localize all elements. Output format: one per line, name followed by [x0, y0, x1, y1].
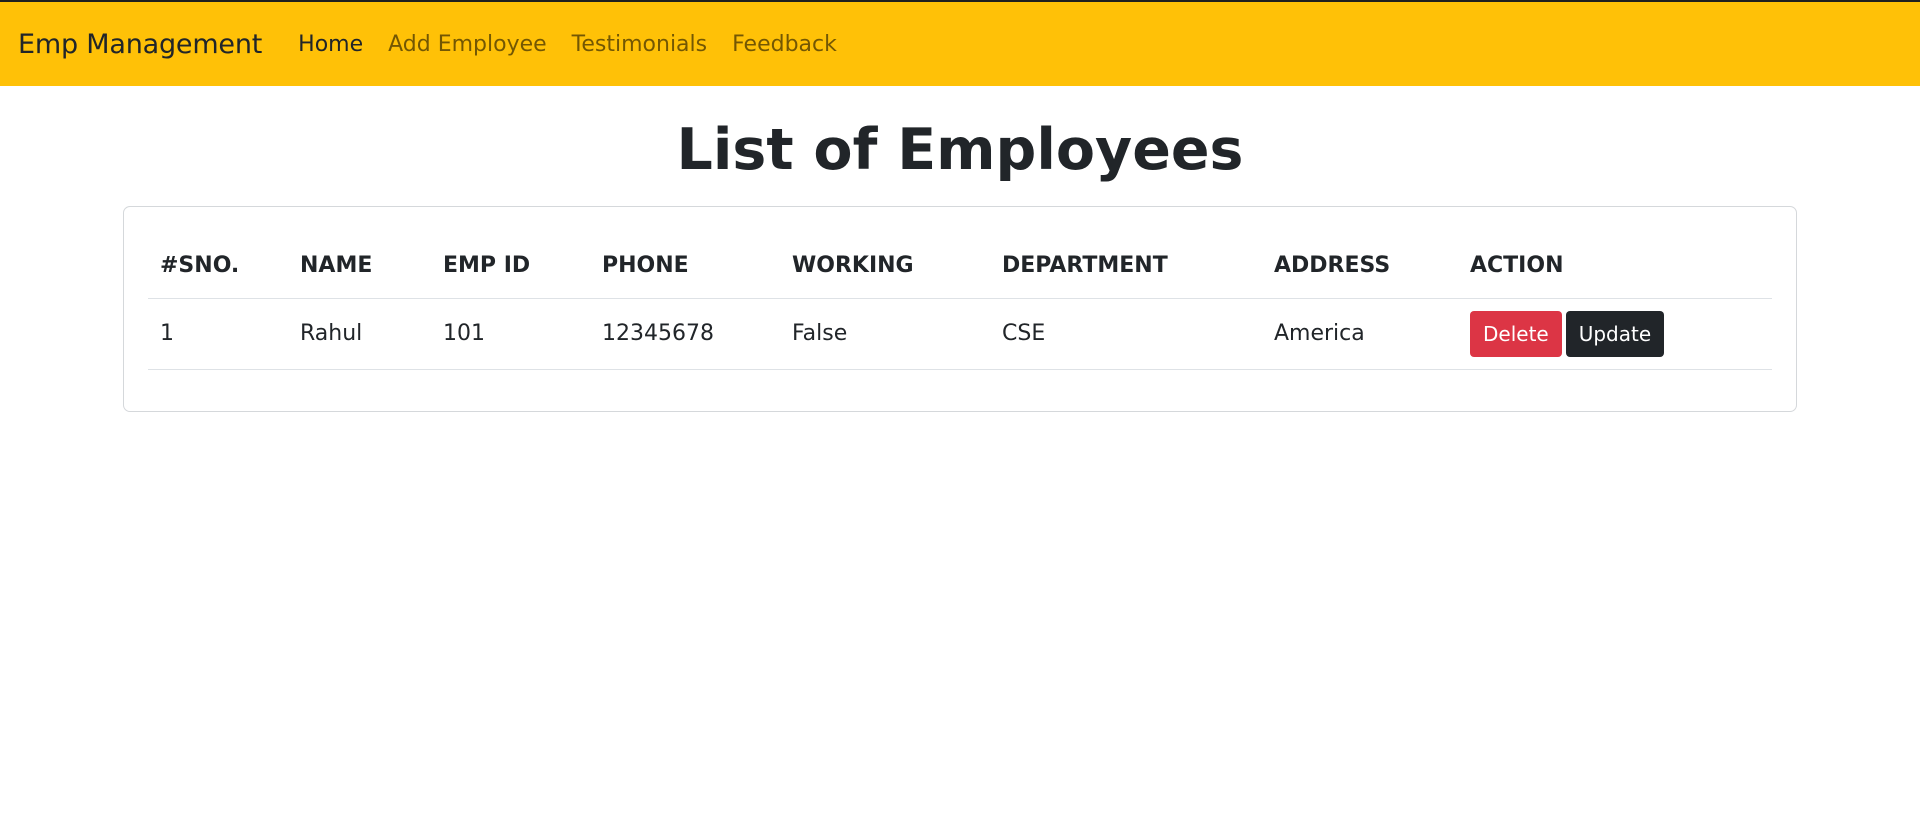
update-button[interactable]: Update	[1565, 310, 1665, 357]
nav-links: Home Add Employee Testimonials Feedback	[298, 32, 862, 57]
table-header-row: #SNO. NAME EMP ID PHONE WORKING DEPARTME…	[148, 227, 1772, 298]
column-header-action: ACTION	[1470, 252, 1564, 278]
navbar-brand[interactable]: Emp Management	[18, 29, 262, 60]
delete-button[interactable]: Delete	[1470, 310, 1562, 357]
page-title: List of Employees	[676, 117, 1244, 183]
column-header-phone: PHONE	[602, 252, 689, 278]
column-header-name: NAME	[300, 252, 373, 278]
navbar: Emp Management Home Add Employee Testimo…	[0, 2, 1920, 86]
cell-name: Rahul	[300, 321, 363, 346]
column-header-department: DEPARTMENT	[1002, 252, 1168, 278]
nav-link-testimonials[interactable]: Testimonials	[572, 32, 707, 57]
employee-table: #SNO. NAME EMP ID PHONE WORKING DEPARTME…	[148, 227, 1772, 370]
table-row: 1 Rahul 101 12345678 False CSE America D…	[148, 298, 1772, 369]
cell-emp-id: 101	[443, 321, 485, 346]
cell-action: Delete Update	[1458, 298, 1772, 369]
cell-department: CSE	[1002, 321, 1046, 346]
nav-link-add-employee[interactable]: Add Employee	[388, 32, 547, 57]
column-header-sno: #SNO.	[160, 252, 240, 278]
column-header-working: WORKING	[792, 252, 914, 278]
cell-working: False	[792, 321, 848, 346]
employee-table-card: #SNO. NAME EMP ID PHONE WORKING DEPARTME…	[123, 206, 1797, 412]
column-header-address: ADDRESS	[1274, 252, 1391, 278]
nav-link-feedback[interactable]: Feedback	[732, 32, 837, 57]
cell-phone: 12345678	[602, 321, 714, 346]
cell-sno: 1	[160, 321, 174, 346]
cell-address: America	[1274, 321, 1365, 346]
column-header-emp-id: EMP ID	[443, 252, 531, 278]
nav-link-home[interactable]: Home	[298, 32, 363, 57]
